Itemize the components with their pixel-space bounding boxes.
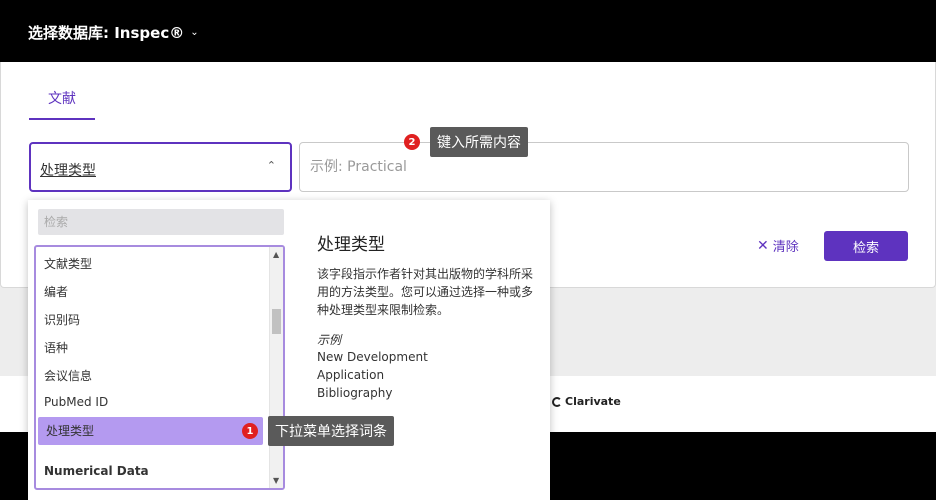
annotation-tooltip: 下拉菜单选择词条 <box>268 416 394 446</box>
list-item[interactable]: 会议信息 <box>44 367 92 384</box>
clear-button[interactable]: ✕ 清除 <box>757 236 799 256</box>
scrollbar-thumb[interactable] <box>272 309 281 334</box>
tab-label: 文献 <box>48 91 76 107</box>
list-item[interactable]: 文献类型 <box>44 255 92 272</box>
clear-label: 清除 <box>772 240 799 255</box>
info-example-label: 示例 <box>317 333 342 347</box>
info-title: 处理类型 <box>317 235 385 255</box>
dropdown-scrollbar[interactable]: ▲ ▼ <box>269 247 283 488</box>
search-button[interactable]: 检索 <box>824 231 908 261</box>
annotation-tooltip: 键入所需内容 <box>430 127 528 157</box>
info-example: Application <box>317 368 385 382</box>
chevron-down-icon: ⌄ <box>190 27 199 38</box>
tab-documents[interactable]: 文献 <box>29 86 95 120</box>
field-info-panel: 处理类型 该字段指示作者针对其出版物的学科所采用的方法类型。您可以通过选择一种或… <box>317 230 537 402</box>
database-selector[interactable]: 选择数据库: Inspec® ⌄ <box>28 22 199 43</box>
info-example: Bibliography <box>317 386 393 400</box>
chevron-up-icon: ⌃ <box>266 159 276 172</box>
search-field-label: 处理类型 <box>40 163 96 179</box>
step-badge: 1 <box>242 423 258 439</box>
clarivate-logo-icon <box>552 396 562 407</box>
search-field-select[interactable]: 处理类型 ⌃ <box>29 142 292 192</box>
scroll-up-icon[interactable]: ▲ <box>273 250 279 259</box>
list-item[interactable]: 编者 <box>44 283 68 300</box>
list-item[interactable]: 识别码 <box>44 311 80 328</box>
list-item[interactable]: PubMed ID <box>44 395 108 409</box>
clarivate-logo: Clarivate <box>552 395 621 408</box>
field-dropdown: 文献类型 编者 识别码 语种 会议信息 PubMed ID 处理类型 Numer… <box>28 200 550 500</box>
dropdown-search-input[interactable] <box>38 209 284 235</box>
info-example: New Development <box>317 350 428 364</box>
top-bar: 选择数据库: Inspec® ⌄ <box>0 0 936 62</box>
database-selector-label: 选择数据库: Inspec® <box>28 24 185 42</box>
dropdown-list: 文献类型 编者 识别码 语种 会议信息 PubMed ID 处理类型 Numer… <box>34 245 285 490</box>
scroll-down-icon[interactable]: ▼ <box>273 476 279 485</box>
list-item-selected[interactable]: 处理类型 <box>38 417 263 445</box>
list-item[interactable]: 语种 <box>44 339 68 356</box>
brand-label: Clarivate <box>565 395 621 408</box>
list-group-header: Numerical Data <box>44 464 149 478</box>
query-input[interactable] <box>299 142 909 192</box>
close-icon: ✕ <box>757 237 769 254</box>
step-badge: 2 <box>404 134 420 150</box>
info-description: 该字段指示作者针对其出版物的学科所采用的方法类型。您可以通过选择一种或多种处理类… <box>317 267 534 317</box>
